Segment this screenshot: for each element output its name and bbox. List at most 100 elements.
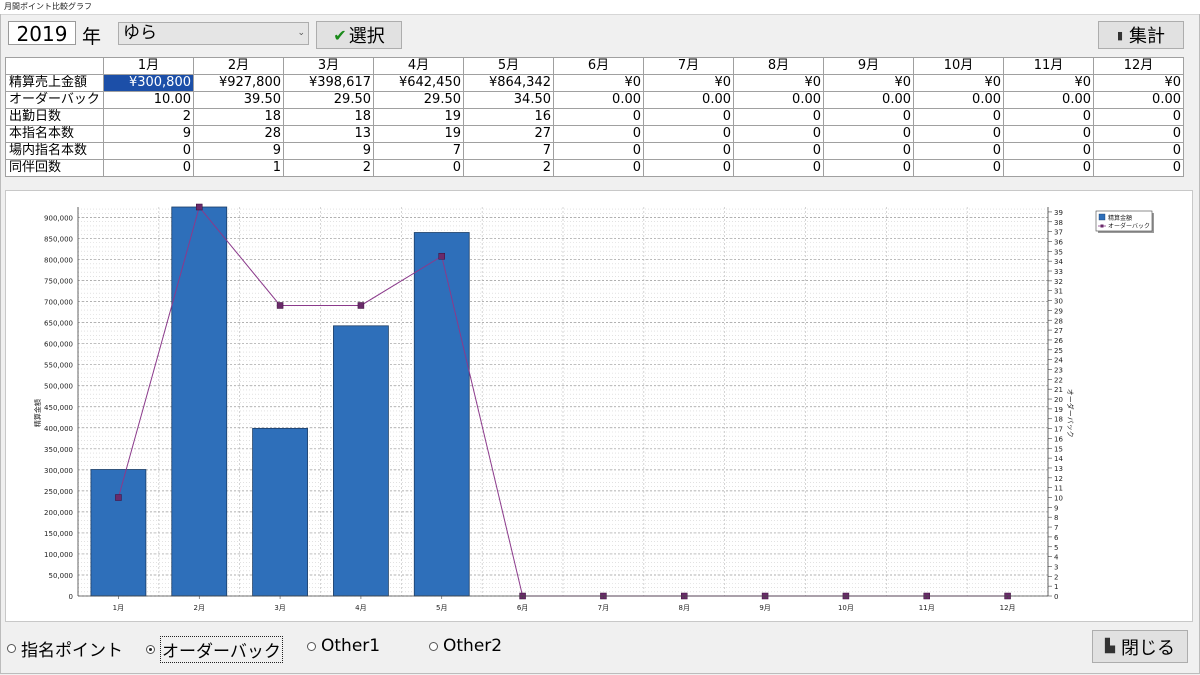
table-cell[interactable]: 0 — [643, 142, 734, 160]
radio-nomination-points[interactable]: 指名ポイント — [7, 636, 123, 661]
table-cell[interactable]: 7 — [463, 142, 554, 160]
table-cell[interactable]: 0 — [733, 125, 824, 143]
table-cell[interactable]: 0 — [1003, 108, 1094, 126]
table-cell[interactable]: 9 — [193, 142, 284, 160]
table-cell[interactable]: 29.50 — [283, 91, 374, 109]
table-cell[interactable]: 0 — [1093, 125, 1184, 143]
table-cell[interactable]: 0 — [553, 142, 644, 160]
table-cell[interactable]: 0 — [553, 125, 644, 143]
table-cell[interactable]: 19 — [373, 125, 464, 143]
window-title: 月間ポイント比較グラフ — [4, 2, 92, 11]
table-cell[interactable]: 29.50 — [373, 91, 464, 109]
table-cell[interactable]: 0.00 — [823, 91, 914, 109]
chevron-down-icon[interactable]: ⌄ — [297, 28, 305, 38]
table-cell[interactable]: 7 — [373, 142, 464, 160]
select-button[interactable]: ✔ 選択 — [316, 21, 402, 49]
table-cell[interactable]: ¥0 — [1003, 74, 1094, 92]
table-cell[interactable]: 0 — [1093, 159, 1184, 177]
table-cell[interactable]: ¥0 — [643, 74, 734, 92]
table-cell[interactable]: 0 — [823, 142, 914, 160]
table-cell[interactable]: 0 — [913, 108, 1004, 126]
table-row: 本指名本数 9 28 13 19 27 0 0 0 0 0 0 0 — [5, 125, 1184, 143]
table-cell[interactable]: 9 — [283, 142, 374, 160]
table-cell[interactable]: 0 — [553, 108, 644, 126]
x-tick-label: 11月 — [919, 604, 935, 612]
table-cell[interactable]: 0 — [643, 125, 734, 143]
radio-other2[interactable]: Other2 — [429, 636, 502, 656]
table-cell[interactable]: 0.00 — [643, 91, 734, 109]
table-cell[interactable]: ¥0 — [733, 74, 824, 92]
y2-tick-label: 8 — [1054, 514, 1058, 522]
table-cell[interactable]: 1 — [193, 159, 284, 177]
table-cell[interactable]: 2 — [283, 159, 374, 177]
radio-other1[interactable]: Other1 — [307, 636, 380, 656]
y-tick-label: 800,000 — [44, 257, 73, 265]
table-cell[interactable]: 0 — [913, 142, 1004, 160]
table-cell[interactable]: ¥0 — [1093, 74, 1184, 92]
table-cell[interactable]: 0 — [733, 108, 824, 126]
table-cell[interactable]: 0 — [1003, 159, 1094, 177]
table-cell[interactable]: 0 — [373, 159, 464, 177]
table-cell[interactable]: ¥0 — [913, 74, 1004, 92]
table-cell[interactable]: 27 — [463, 125, 554, 143]
table-cell[interactable]: 0 — [733, 159, 824, 177]
radio-dot[interactable] — [307, 641, 316, 651]
table-cell[interactable]: ¥0 — [553, 74, 644, 92]
table-cell[interactable]: ¥642,450 — [373, 74, 464, 92]
table-cell[interactable]: 13 — [283, 125, 374, 143]
table-cell[interactable]: 0.00 — [553, 91, 644, 109]
table-cell[interactable]: 9 — [103, 125, 194, 143]
table-cell[interactable]: 0.00 — [913, 91, 1004, 109]
table-cell[interactable]: ¥300,800 — [103, 74, 194, 92]
table-cell[interactable]: 19 — [373, 108, 464, 126]
table-cell[interactable]: 0 — [913, 125, 1004, 143]
table-cell[interactable]: 0 — [103, 159, 194, 177]
table-cell[interactable]: 18 — [283, 108, 374, 126]
radio-dot[interactable] — [7, 644, 16, 653]
table-cell[interactable]: 18 — [193, 108, 284, 126]
table-cell[interactable]: 16 — [463, 108, 554, 126]
table-cell[interactable]: 34.50 — [463, 91, 554, 109]
table-cell[interactable]: 0 — [1093, 108, 1184, 126]
staff-select[interactable]: ゆら ⌄ — [118, 22, 309, 45]
table-cell[interactable]: 0 — [913, 159, 1004, 177]
table-cell[interactable]: 28 — [193, 125, 284, 143]
table-cell[interactable]: 2 — [463, 159, 554, 177]
y2-tick-label: 10 — [1054, 495, 1063, 503]
close-button[interactable]: ▙ 閉じる — [1092, 630, 1188, 663]
table-cell[interactable]: 0.00 — [1003, 91, 1094, 109]
row-header: 出勤日数 — [5, 108, 104, 126]
table-cell[interactable]: 0 — [1093, 142, 1184, 160]
table-cell[interactable]: 0 — [823, 159, 914, 177]
table-cell[interactable]: 0 — [1003, 142, 1094, 160]
year-field[interactable]: 2019 — [8, 21, 76, 46]
table-cell[interactable]: 0 — [103, 142, 194, 160]
radio-dot[interactable] — [429, 641, 438, 651]
table-cell[interactable]: 0.00 — [1093, 91, 1184, 109]
table-cell[interactable]: 0 — [553, 159, 644, 177]
radio-order-back[interactable]: オーダーバック — [146, 636, 283, 663]
table-cell[interactable]: 0 — [823, 108, 914, 126]
column-header: 3月 — [283, 57, 374, 75]
table-cell[interactable]: 0.00 — [733, 91, 824, 109]
table-cell[interactable]: 10.00 — [103, 91, 194, 109]
column-header: 2月 — [193, 57, 284, 75]
table-cell[interactable]: 39.50 — [193, 91, 284, 109]
sum-button[interactable]: ▮ 集計 — [1098, 21, 1184, 49]
table-cell[interactable]: 0 — [643, 108, 734, 126]
select-button-label: 選択 — [348, 26, 385, 47]
table-cell[interactable]: ¥0 — [823, 74, 914, 92]
table-cell[interactable]: 2 — [103, 108, 194, 126]
table-cell[interactable]: ¥927,800 — [193, 74, 284, 92]
y-axis-title: 精算金額 — [33, 399, 42, 427]
table-cell[interactable]: 0 — [643, 159, 734, 177]
table-cell[interactable]: ¥398,617 — [283, 74, 374, 92]
table-row: 場内指名本数 0 9 9 7 7 0 0 0 0 0 0 0 — [5, 142, 1184, 160]
radio-dot[interactable] — [146, 645, 155, 654]
line-point — [438, 252, 445, 260]
table-cell[interactable]: 0 — [823, 125, 914, 143]
table-cell[interactable]: 0 — [733, 142, 824, 160]
table-cell[interactable]: 0 — [1003, 125, 1094, 143]
table-cell[interactable]: ¥864,342 — [463, 74, 554, 92]
y2-tick-label: 2 — [1054, 573, 1058, 581]
